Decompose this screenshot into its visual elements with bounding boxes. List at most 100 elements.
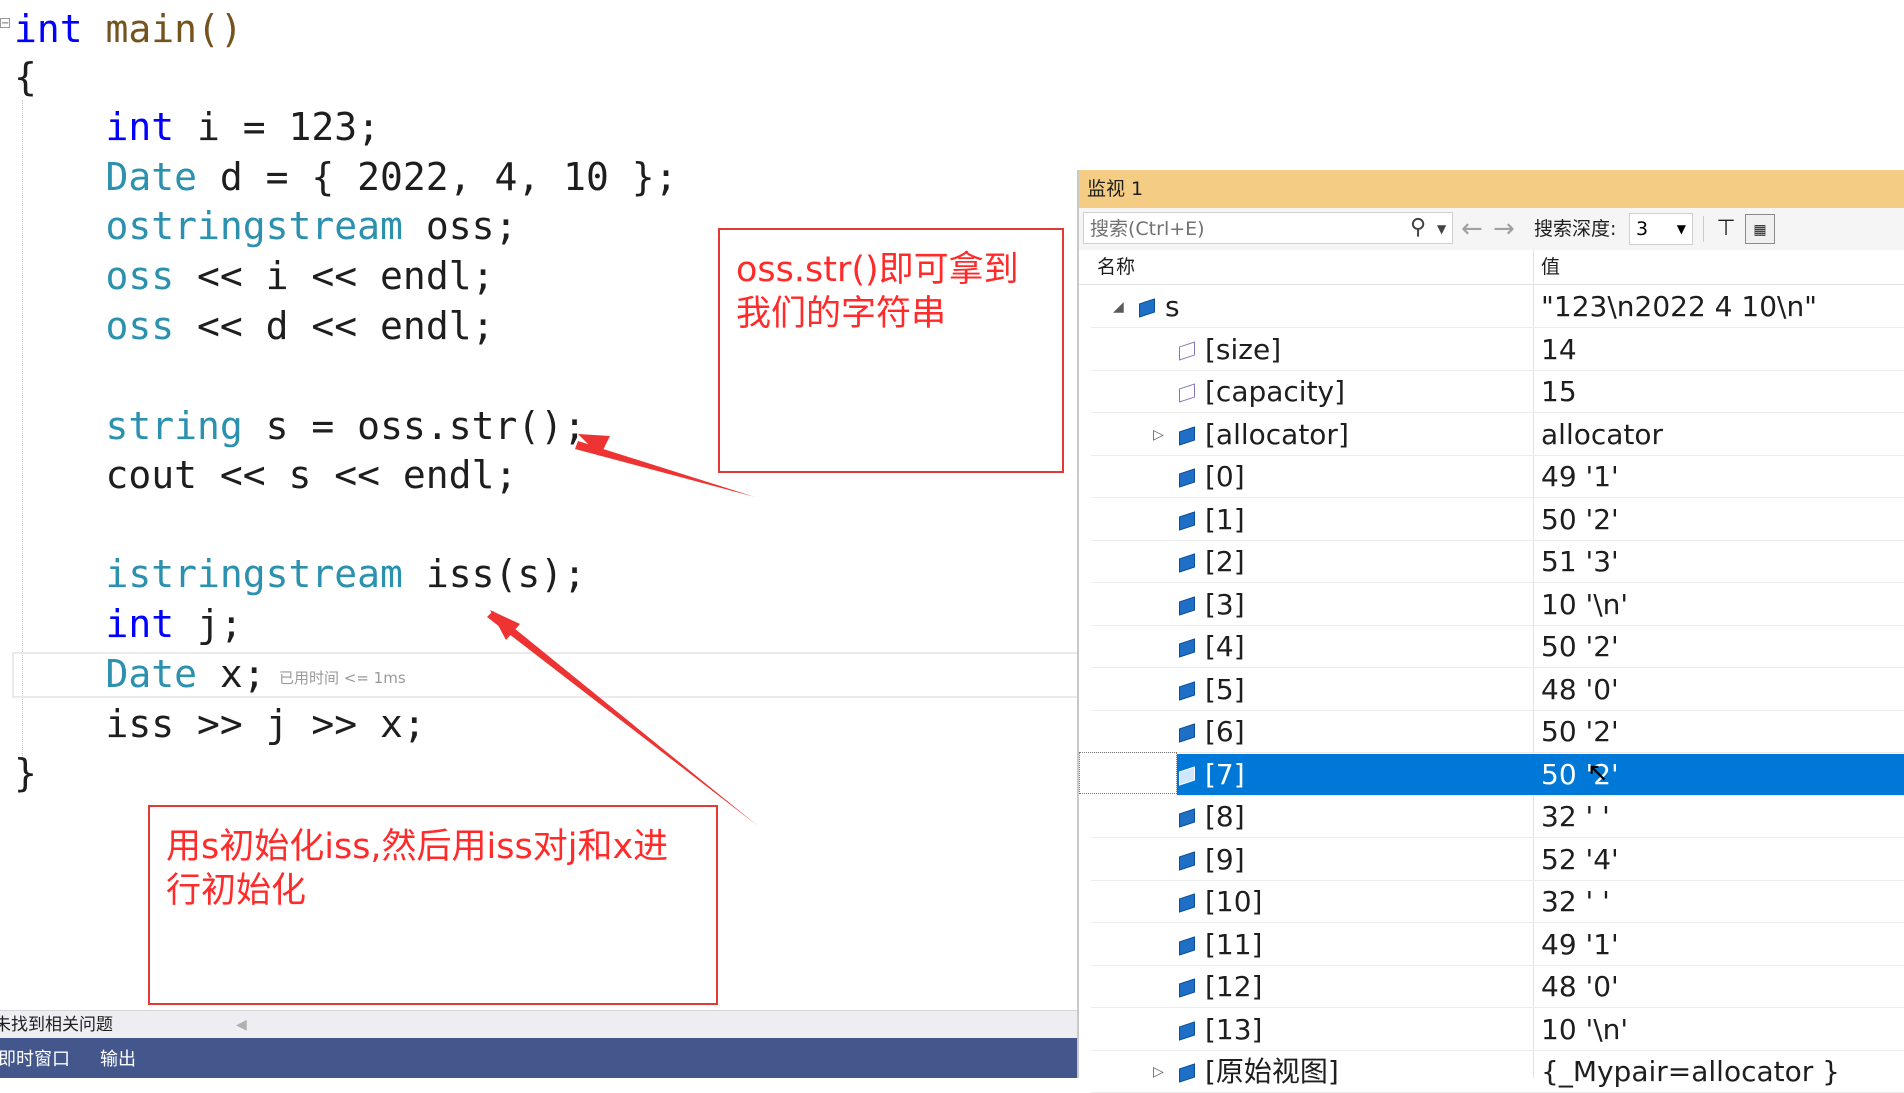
mouse-cursor-icon: ↖ xyxy=(1587,758,1609,788)
watch-row-value[interactable]: 32 ' ' xyxy=(1541,881,1610,923)
watch-row[interactable]: [12] 48 '0' xyxy=(1091,966,1904,1008)
arrow-left-icon[interactable]: ← xyxy=(1461,208,1483,250)
object-icon xyxy=(1179,935,1195,956)
pin-icon[interactable]: ⊤ xyxy=(1711,214,1741,244)
hex-display-icon[interactable]: ▦ xyxy=(1745,214,1775,244)
annotation-arrows xyxy=(487,434,758,826)
object-icon xyxy=(1179,425,1195,446)
property-icon xyxy=(1179,340,1195,361)
watch-row-value[interactable]: 51 '3' xyxy=(1541,541,1619,583)
object-icon xyxy=(1179,553,1195,573)
property-icon xyxy=(1179,383,1195,403)
watch-row-name: [13] xyxy=(1205,1012,1263,1046)
watch-row[interactable]: [1] 50 '2' xyxy=(1091,499,1904,541)
watch-row[interactable]: [capacity] 15 xyxy=(1091,371,1904,413)
tab-immediate-window[interactable]: 即时窗口 xyxy=(0,1040,70,1080)
watch-search-input[interactable]: 搜索(Ctrl+E) ⚲ ▼ xyxy=(1083,212,1453,244)
object-icon xyxy=(1179,510,1195,531)
expanded-triangle-icon[interactable]: ◢ xyxy=(1113,286,1124,328)
scroll-left-icon[interactable]: ◀ xyxy=(236,1011,247,1039)
object-icon xyxy=(1139,298,1155,318)
watch-row[interactable]: ▷ [原始视图] {_Mypair=allocator } xyxy=(1091,1051,1904,1093)
watch-row-name: [10] xyxy=(1205,885,1263,918)
object-icon xyxy=(1179,468,1195,488)
watch-row-value[interactable]: 48 '0' xyxy=(1541,966,1619,1008)
problems-text: 未找到相关问题 xyxy=(0,1015,113,1035)
watch-row-name: [capacity] xyxy=(1205,375,1346,408)
watch-row-value[interactable]: "123\n2022 4 10\n" xyxy=(1541,286,1817,328)
watch-row-value[interactable]: 50 '2' xyxy=(1541,711,1619,753)
watch-row-name: [8] xyxy=(1205,800,1245,833)
watch-row-value[interactable]: allocator xyxy=(1541,414,1663,456)
watch-row[interactable]: [7] 50 '2' xyxy=(1177,753,1904,796)
watch-row-name: [0] xyxy=(1205,460,1245,493)
object-icon xyxy=(1179,638,1195,658)
watch-title[interactable]: 监视 1 xyxy=(1079,170,1904,208)
watch-row[interactable]: [11] 49 '1' xyxy=(1091,924,1904,966)
watch-row-name: [12] xyxy=(1205,970,1263,1003)
watch-row-name: [1] xyxy=(1205,502,1245,536)
tab-output[interactable]: 输出 xyxy=(100,1040,136,1080)
selection-focus-rect xyxy=(1079,752,1177,794)
collapsed-triangle-icon[interactable]: ▷ xyxy=(1153,414,1164,456)
watch-row-name: [3] xyxy=(1205,587,1245,621)
watch-row[interactable]: [6] 50 '2' xyxy=(1091,711,1904,753)
watch-row-value[interactable]: 32 ' ' xyxy=(1541,796,1610,838)
watch-row-value[interactable]: {_Mypair=allocator } xyxy=(1541,1051,1840,1093)
search-icon[interactable]: ⚲ xyxy=(1410,213,1426,243)
arrow-to-iss xyxy=(487,611,758,826)
watch-row-value[interactable]: 15 xyxy=(1541,371,1577,413)
watch-row[interactable]: [5] 48 '0' xyxy=(1091,669,1904,711)
watch-row[interactable]: ◢ s "123\n2022 4 10\n" xyxy=(1091,286,1904,328)
watch-row-value[interactable]: 49 '1' xyxy=(1541,456,1619,498)
search-placeholder: 搜索(Ctrl+E) xyxy=(1090,218,1205,240)
object-icon xyxy=(1179,680,1195,701)
search-depth-label: 搜索深度: xyxy=(1534,218,1617,240)
watch-toolbar: 搜索(Ctrl+E) ⚲ ▼ ← → 搜索深度: 3 ▼ ⊤ ▦ xyxy=(1079,208,1904,251)
watch-row-value[interactable]: 52 '4' xyxy=(1541,839,1619,881)
watch-row[interactable]: [8] 32 ' ' xyxy=(1091,796,1904,838)
watch-row-name: [4] xyxy=(1205,630,1245,663)
object-icon xyxy=(1179,1063,1195,1083)
watch-row-value[interactable]: 14 xyxy=(1541,329,1577,371)
watch-window: 监视 1 搜索(Ctrl+E) ⚲ ▼ ← → 搜索深度: 3 ▼ ⊤ ▦ 名称… xyxy=(1077,170,1904,1093)
watch-row-value[interactable]: 10 '\n' xyxy=(1541,1009,1628,1051)
watch-row[interactable]: [13] 10 '\n' xyxy=(1091,1009,1904,1051)
chevron-down-icon[interactable]: ▼ xyxy=(1437,213,1446,245)
watch-row[interactable]: [4] 50 '2' xyxy=(1091,626,1904,668)
watch-row-name: [2] xyxy=(1205,545,1245,578)
search-depth-select[interactable]: 3 ▼ xyxy=(1629,213,1693,245)
watch-row[interactable]: [10] 32 ' ' xyxy=(1091,881,1904,923)
collapsed-triangle-icon[interactable]: ▷ xyxy=(1153,1051,1164,1093)
bottom-tool-tabs: 即时窗口 输出 xyxy=(0,1038,1080,1078)
object-icon xyxy=(1179,808,1195,828)
watch-row[interactable]: [0] 49 '1' xyxy=(1091,456,1904,498)
watch-row[interactable]: [size] 14 xyxy=(1091,329,1904,371)
object-icon xyxy=(1179,595,1195,616)
toolbar-separator xyxy=(1703,216,1704,242)
watch-row-value[interactable]: 50 '2' xyxy=(1541,499,1619,541)
watch-row-name: [5] xyxy=(1205,672,1245,706)
object-icon xyxy=(1179,978,1195,998)
arrow-right-icon[interactable]: → xyxy=(1493,208,1515,250)
watch-row[interactable]: [9] 52 '4' xyxy=(1091,839,1904,881)
watch-row-name: s xyxy=(1165,290,1180,323)
watch-row-name: [9] xyxy=(1205,842,1245,876)
watch-row-name: [原始视图] xyxy=(1205,1055,1339,1088)
watch-column-header: 名称 值 xyxy=(1079,250,1904,285)
watch-row-name: [7] xyxy=(1205,757,1245,791)
watch-row-value[interactable]: 49 '1' xyxy=(1541,924,1619,966)
object-icon xyxy=(1179,723,1195,743)
object-icon xyxy=(1179,850,1195,871)
watch-row[interactable]: ▷ [allocator] allocator xyxy=(1091,414,1904,456)
watch-row-value[interactable]: 48 '0' xyxy=(1541,669,1619,711)
watch-row[interactable]: [2] 51 '3' xyxy=(1091,541,1904,583)
watch-row[interactable]: [3] 10 '\n' xyxy=(1091,584,1904,626)
object-icon xyxy=(1179,893,1195,913)
column-name-header[interactable]: 名称 xyxy=(1097,250,1135,284)
watch-row-value[interactable]: 10 '\n' xyxy=(1541,584,1628,626)
watch-row-value[interactable]: 50 '2' xyxy=(1541,626,1619,668)
watch-row-name: [size] xyxy=(1205,332,1282,366)
column-value-header[interactable]: 值 xyxy=(1541,250,1560,284)
object-icon xyxy=(1179,765,1195,786)
